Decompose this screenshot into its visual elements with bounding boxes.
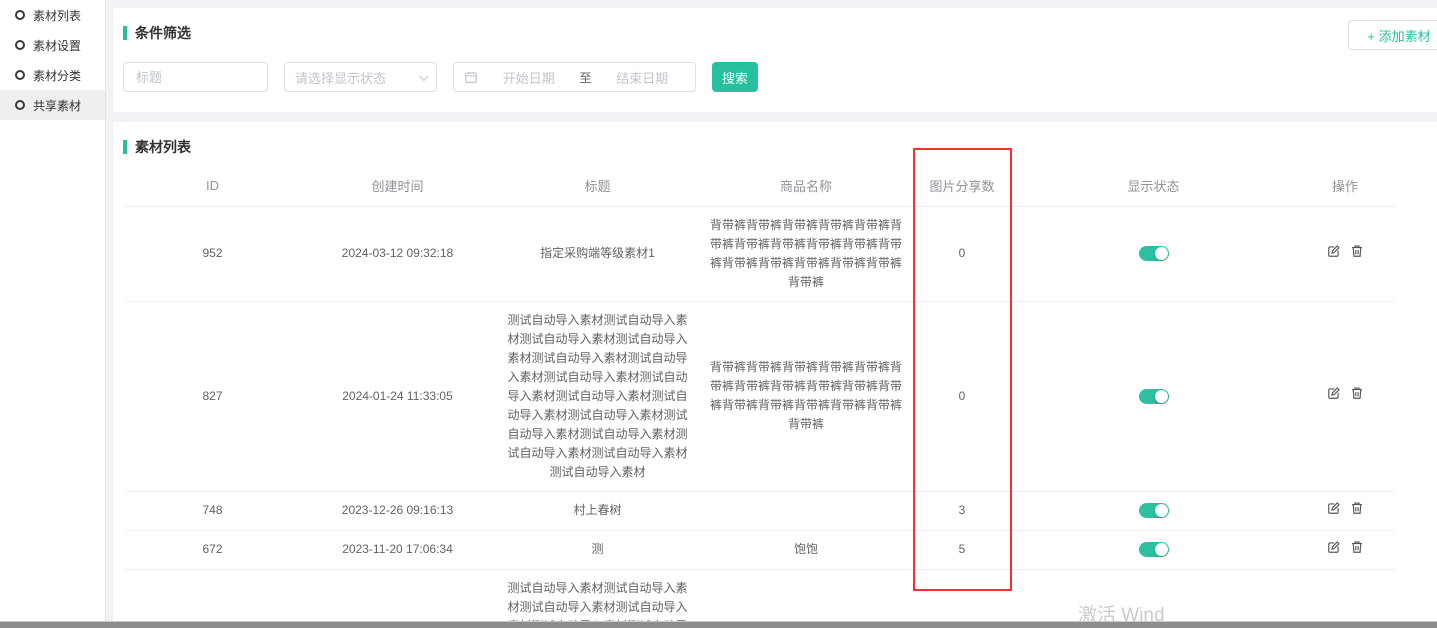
visibility-toggle[interactable] <box>1139 503 1169 518</box>
edit-icon[interactable] <box>1327 501 1341 515</box>
cell-share-count: 3 <box>912 491 1012 530</box>
col-header-product: 商品名称 <box>700 166 912 206</box>
table-row: 9522024-03-12 09:32:18指定采购端等级素材1背带裤背带裤背带… <box>125 206 1395 301</box>
cell-product <box>700 491 912 530</box>
delete-icon[interactable] <box>1350 386 1364 400</box>
search-button[interactable]: 搜索 <box>712 62 758 92</box>
cell-created: 2023-12-26 09:16:13 <box>300 491 495 530</box>
cell-title: 村上春树 <box>495 491 700 530</box>
delete-icon[interactable] <box>1350 540 1364 554</box>
sidebar-item-label: 素材列表 <box>33 7 81 24</box>
chevron-down-icon <box>419 71 429 81</box>
visibility-toggle[interactable] <box>1139 389 1169 404</box>
circle-icon <box>15 10 25 20</box>
filter-section-title-text: 条件筛选 <box>135 23 191 43</box>
toggle-knob <box>1155 543 1168 556</box>
filter-row: 请选择显示状态 开始日期 至 结束日期 搜索 <box>123 62 758 92</box>
col-header-created: 创建时间 <box>300 166 495 206</box>
select-placeholder: 请选择显示状态 <box>295 68 386 87</box>
cell-created: 2023-11-20 17:06:34 <box>300 530 495 569</box>
table-row: 6722023-11-20 17:06:34测饱饱5 <box>125 530 1395 569</box>
cell-id: 516 <box>125 569 300 621</box>
cell-created: 2024-03-12 09:32:18 <box>300 206 495 301</box>
col-header-share-count: 图片分享数 <box>912 166 1012 206</box>
cell-product: 背带裤背带裤背带裤背带裤背带裤背带裤背带裤背带裤背带裤背带裤背带裤背带裤背带裤背… <box>700 206 912 301</box>
visibility-toggle[interactable] <box>1139 542 1169 557</box>
cell-id: 952 <box>125 206 300 301</box>
cell-product: 背带裤背带裤背带裤背带裤背带裤背带裤背带裤背带裤背带裤背带裤背带裤背带裤背带裤背… <box>700 301 912 491</box>
circle-icon <box>15 40 25 50</box>
sidebar-item-material-list[interactable]: 素材列表 <box>0 0 105 30</box>
table-header-row: ID 创建时间 标题 商品名称 图片分享数 显示状态 操作 <box>125 166 1395 206</box>
sidebar-item-shared-material[interactable]: 共享素材 <box>0 90 105 120</box>
table-row: 8272024-01-24 11:33:05测试自动导入素材测试自动导入素材测试… <box>125 301 1395 491</box>
end-date-placeholder: 结束日期 <box>600 68 686 87</box>
table-row: 7482023-12-26 09:16:13村上春树 3 <box>125 491 1395 530</box>
filter-section-title: 条件筛选 <box>123 23 191 43</box>
cell-share-count: 0 <box>912 301 1012 491</box>
table-section-title: 素材列表 <box>123 137 191 157</box>
table-section-title-text: 素材列表 <box>135 137 191 157</box>
edit-icon[interactable] <box>1327 540 1341 554</box>
cell-title: 测试自动导入素材测试自动导入素材测试自动导入素材测试自动导入素材测试自动导入素材… <box>495 569 700 621</box>
horizontal-scrollbar[interactable] <box>0 621 1437 628</box>
cell-id: 827 <box>125 301 300 491</box>
delete-icon[interactable] <box>1350 244 1364 258</box>
cell-created: 2023-08-30 10:42:14 <box>300 569 495 621</box>
cell-id: 748 <box>125 491 300 530</box>
material-table: ID 创建时间 标题 商品名称 图片分享数 显示状态 操作 9522024-03… <box>125 166 1395 621</box>
title-input[interactable] <box>123 62 268 92</box>
col-header-title: 标题 <box>495 166 700 206</box>
cell-share-count: 5 <box>912 530 1012 569</box>
cell-title: 指定采购端等级素材1 <box>495 206 700 301</box>
section-accent-bar <box>123 26 127 40</box>
page: 素材列表 素材设置 素材分类 共享素材 条件筛选 请选择显示状态 <box>0 0 1437 628</box>
sidebar-item-label: 素材设置 <box>33 37 81 54</box>
filter-card: 条件筛选 请选择显示状态 开始日期 至 结束日期 搜索 <box>113 8 1437 112</box>
col-header-visibility: 显示状态 <box>1012 166 1295 206</box>
material-list-card: 素材列表 ID 创建时间 标题 商品名称 图片分享数 显示状态 操作 95220… <box>113 122 1437 621</box>
table-row: 5162023-08-30 10:42:14测试自动导入素材测试自动导入素材测试… <box>125 569 1395 621</box>
sidebar-item-material-category[interactable]: 素材分类 <box>0 60 105 90</box>
edit-icon[interactable] <box>1327 244 1341 258</box>
date-separator: 至 <box>580 69 592 86</box>
cell-created: 2024-01-24 11:33:05 <box>300 301 495 491</box>
edit-icon[interactable] <box>1327 386 1341 400</box>
visibility-toggle[interactable] <box>1139 246 1169 261</box>
col-header-id: ID <box>125 166 300 206</box>
sidebar-item-label: 共享素材 <box>33 97 81 114</box>
cell-title: 测 <box>495 530 700 569</box>
sidebar-item-label: 素材分类 <box>33 67 81 84</box>
cell-id: 672 <box>125 530 300 569</box>
cell-product <box>700 569 912 621</box>
sidebar: 素材列表 素材设置 素材分类 共享素材 <box>0 0 106 621</box>
cell-share-count: 2 <box>912 569 1012 621</box>
date-range-picker[interactable]: 开始日期 至 结束日期 <box>453 62 696 92</box>
circle-icon <box>15 70 25 80</box>
calendar-icon <box>464 70 478 84</box>
start-date-placeholder: 开始日期 <box>486 68 572 87</box>
cell-product: 饱饱 <box>700 530 912 569</box>
section-accent-bar <box>123 140 127 154</box>
toggle-knob <box>1155 390 1168 403</box>
delete-icon[interactable] <box>1350 501 1364 515</box>
toggle-knob <box>1155 504 1168 517</box>
display-status-select[interactable]: 请选择显示状态 <box>284 62 437 92</box>
sidebar-item-material-settings[interactable]: 素材设置 <box>0 30 105 60</box>
col-header-actions: 操作 <box>1295 166 1395 206</box>
toggle-knob <box>1155 247 1168 260</box>
cell-title: 测试自动导入素材测试自动导入素材测试自动导入素材测试自动导入素材测试自动导入素材… <box>495 301 700 491</box>
add-material-button[interactable]: + 添加素材 <box>1348 20 1437 50</box>
circle-icon <box>15 100 25 110</box>
cell-share-count: 0 <box>912 206 1012 301</box>
